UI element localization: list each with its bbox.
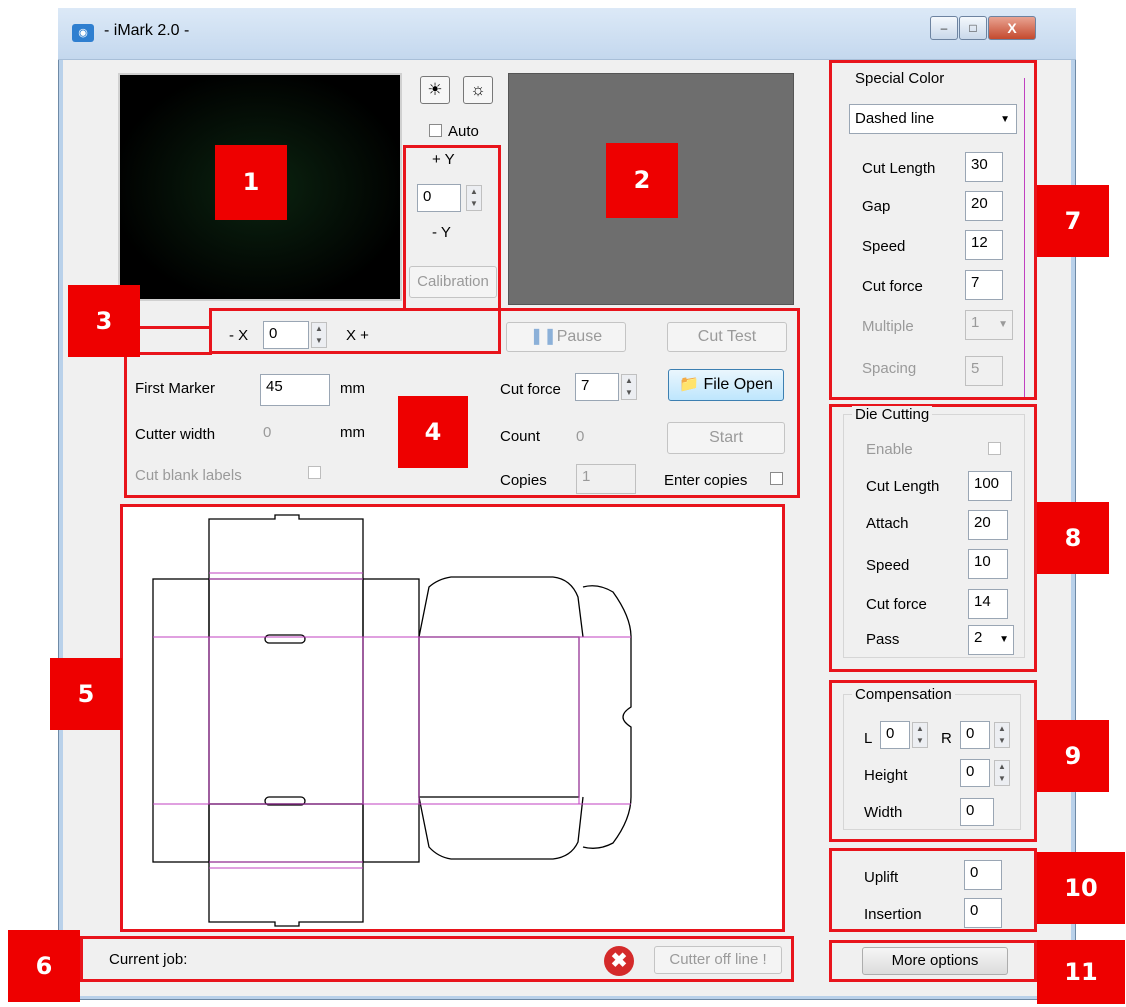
comp-height-input[interactable]: 0 [960,759,990,787]
uplift-input[interactable]: 0 [964,860,1002,890]
insertion-input[interactable]: 0 [964,898,1002,928]
dc-speed-label: Speed [866,557,910,574]
annotation-badge-6: 6 [8,930,80,1002]
annotation-badge-11: 11 [1037,940,1125,1004]
insertion-label: Insertion [864,906,922,923]
box-template-drawing [152,514,632,927]
comp-l-label: L [864,730,873,747]
annotation-badge-1: 1 [215,145,287,220]
sc-spacing-input[interactable]: 5 [965,356,1003,386]
annotation-badge-3: 3 [68,285,140,357]
dc-pass-value: 2 [974,629,983,646]
comp-width-input[interactable]: 0 [960,798,994,826]
window-title: - iMark 2.0 - [104,22,190,39]
sc-gap-input[interactable]: 20 [965,191,1003,221]
app-icon: ◉ [72,24,94,42]
annotation-badge-7: 7 [1037,185,1109,257]
annotation-badge-8: 8 [1037,502,1109,574]
comp-height-spinner[interactable]: ▲ ▼ [994,760,1010,786]
close-button[interactable]: X [988,16,1036,40]
current-job-label: Current job: [109,951,188,968]
annotation-badge-4: 4 [398,396,468,468]
sc-cut-force-input[interactable]: 7 [965,270,1003,300]
special-color-mode-value: Dashed line [855,110,935,127]
sc-gap-label: Gap [862,198,891,215]
error-icon: ✖ [604,946,634,976]
sc-cut-length-label: Cut Length [862,160,936,177]
comp-r-input[interactable]: 0 [960,721,990,749]
dc-speed-input[interactable]: 10 [968,549,1008,579]
annotation-badge-2: 2 [606,143,678,218]
sc-speed-input[interactable]: 12 [965,230,1003,260]
sc-cut-length-input[interactable]: 30 [965,152,1003,182]
compensation-title: Compensation [852,686,955,703]
cutter-status-button[interactable]: Cutter off line ! [654,946,782,974]
special-color-title: Special Color [852,70,948,87]
sc-multiple-select[interactable]: 1 ▼ [965,310,1013,340]
comp-r-label: R [941,730,952,747]
uplift-label: Uplift [864,869,899,886]
region-4-top-edge [500,308,800,311]
maximize-button[interactable]: □ [959,16,987,40]
comp-width-label: Width [864,804,903,821]
comp-height-label: Height [864,767,908,784]
special-color-mode-select[interactable]: Dashed line ▼ [849,104,1017,134]
region-3-outline-upper [403,145,501,311]
dc-cut-force-label: Cut force [866,596,927,613]
dc-cut-length-input[interactable]: 100 [968,471,1012,501]
brightness-down-icon[interactable]: ☼ [463,76,493,104]
dropdown-arrow-icon: ▼ [999,634,1009,645]
region-10-outline [829,848,1037,932]
title-bar[interactable] [58,8,1076,60]
sc-spacing-label: Spacing [862,360,917,377]
sc-multiple-value: 1 [971,314,980,331]
dropdown-arrow-icon: ▼ [1000,114,1010,125]
dc-cut-length-label: Cut Length [866,478,940,495]
sc-cut-force-label: Cut force [862,278,923,295]
dropdown-arrow-icon: ▼ [998,319,1008,330]
sc-speed-label: Speed [862,238,906,255]
annotation-badge-5: 5 [50,658,122,730]
auto-checkbox[interactable] [429,124,442,137]
dc-pass-select[interactable]: 2 ▼ [968,625,1014,655]
dc-enable-label: Enable [866,441,913,458]
auto-label: Auto [448,123,479,140]
annotation-badge-10: 10 [1037,852,1125,924]
annotation-badge-9: 9 [1037,720,1109,792]
cut-preview-canvas [120,504,785,932]
brightness-up-icon[interactable]: ☀ [420,76,450,104]
die-cutting-title: Die Cutting [852,406,933,423]
dc-pass-label: Pass [866,631,900,648]
dc-cut-force-input[interactable]: 14 [968,589,1008,619]
dc-enable-checkbox[interactable] [988,442,1001,455]
dc-attach-input[interactable]: 20 [968,510,1008,540]
dc-attach-label: Attach [866,515,909,532]
comp-r-spinner[interactable]: ▲ ▼ [994,722,1010,748]
comp-l-input[interactable]: 0 [880,721,910,749]
minimize-button[interactable]: – [930,16,958,40]
comp-l-spinner[interactable]: ▲ ▼ [912,722,928,748]
more-options-button[interactable]: More options [862,947,1008,975]
sc-multiple-label: Multiple [862,318,914,335]
